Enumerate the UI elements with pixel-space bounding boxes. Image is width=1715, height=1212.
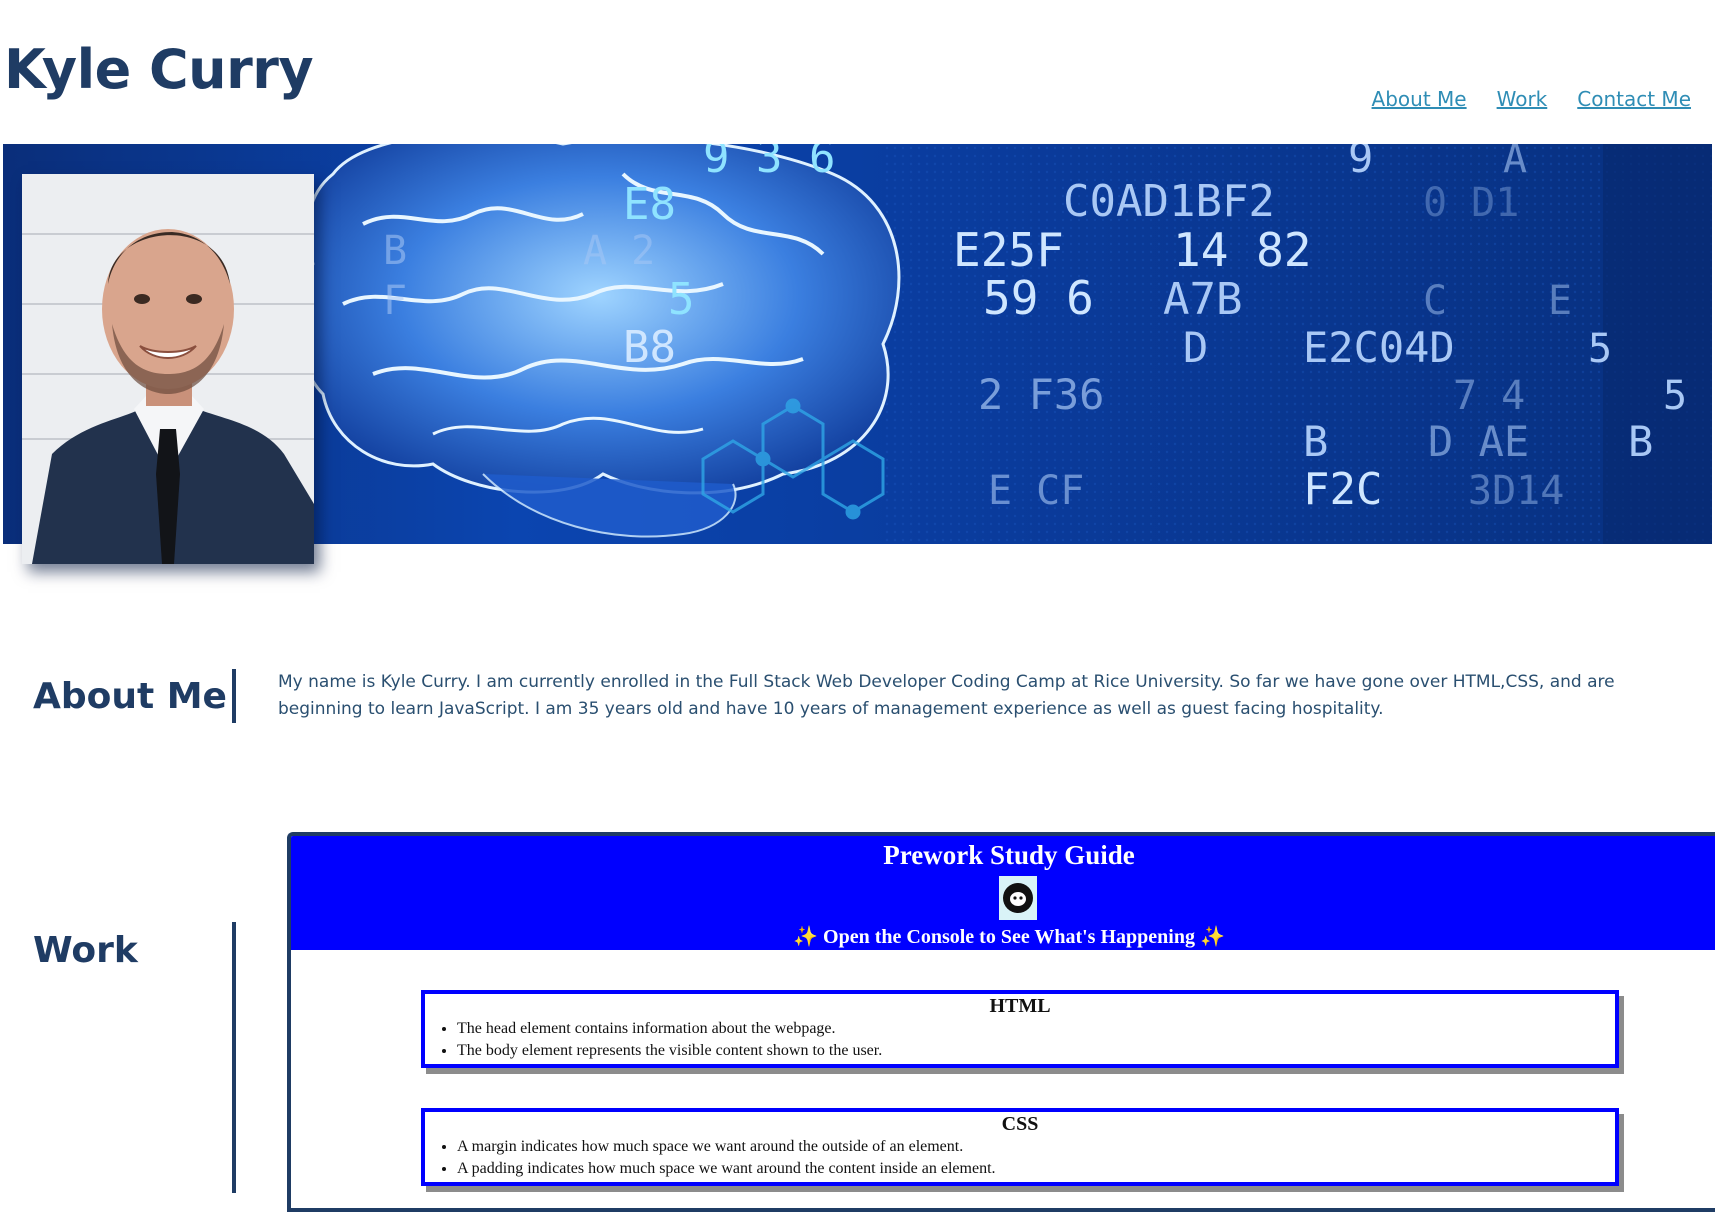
svg-text:D AE: D AE	[1428, 417, 1529, 466]
svg-text:F: F	[383, 278, 407, 324]
svg-text:B: B	[1303, 417, 1328, 466]
card-heading: HTML	[989, 995, 1051, 1017]
svg-text:5: 5	[668, 274, 695, 325]
list-item: The head element contains information ab…	[457, 1018, 1615, 1040]
svg-text:E CF: E CF	[988, 468, 1084, 514]
svg-text:A: A	[1503, 144, 1527, 182]
profile-photo	[22, 174, 314, 564]
svg-text:9 3 6: 9 3 6	[703, 144, 835, 183]
project-header: Prework Study Guide ✨ Open the Console t…	[291, 836, 1715, 950]
svg-text:59 6: 59 6	[983, 271, 1094, 325]
list-item: The body element represents the visible …	[457, 1040, 1615, 1062]
work-divider	[232, 922, 236, 1193]
svg-text:9: 9	[1348, 144, 1373, 182]
svg-text:A 2: A 2	[583, 228, 655, 274]
site-title: Kyle Curry	[4, 38, 314, 101]
svg-text:A7B: A7B	[1163, 274, 1242, 325]
nav-link-about-me[interactable]: About Me	[1372, 87, 1467, 111]
about-heading: About Me	[33, 676, 227, 717]
svg-text:E: E	[1548, 278, 1572, 324]
svg-text:D: D	[1183, 323, 1208, 372]
svg-text:B: B	[383, 228, 407, 274]
list-item: A margin indicates how much space we wan…	[457, 1136, 1615, 1158]
person-avatar-icon	[22, 174, 314, 564]
svg-text:E8: E8	[623, 179, 676, 230]
svg-text:14 82: 14 82	[1173, 223, 1311, 277]
project-title: Prework Study Guide	[883, 840, 1135, 870]
svg-text:F2C: F2C	[1303, 464, 1382, 515]
card-heading: CSS	[1001, 1113, 1039, 1135]
nav-link-work[interactable]: Work	[1497, 87, 1548, 111]
svg-text:2 F36: 2 F36	[978, 370, 1104, 419]
brain-graphic	[297, 144, 901, 538]
svg-text:0 D1: 0 D1	[1423, 180, 1519, 226]
card-list: A margin indicates how much space we wan…	[425, 1136, 1615, 1182]
nav-link-contact-me[interactable]: Contact Me	[1577, 87, 1691, 111]
site-header: Kyle Curry About Me Work Contact Me	[0, 0, 1715, 144]
project-subtitle: ✨ Open the Console to See What's Happeni…	[793, 926, 1225, 948]
svg-text:7 4: 7 4	[1453, 373, 1525, 419]
about-text: My name is Kyle Curry. I am currently en…	[278, 672, 1615, 719]
list-item: A padding indicates how much space we wa…	[457, 1158, 1615, 1180]
about-divider	[232, 669, 236, 723]
study-card-css: CSS A margin indicates how much space we…	[421, 1108, 1619, 1186]
svg-text:E25F: E25F	[953, 223, 1064, 277]
svg-text:C: C	[1423, 278, 1447, 324]
svg-text:E2C04D: E2C04D	[1303, 323, 1455, 372]
svg-text:5: 5	[1663, 373, 1687, 419]
svg-text:C0AD1BF2: C0AD1BF2	[1063, 176, 1275, 227]
main-nav: About Me Work Contact Me	[1372, 87, 1691, 111]
work-heading: Work	[33, 930, 138, 971]
octocat-logo-icon	[999, 876, 1037, 920]
svg-text:3D14: 3D14	[1468, 468, 1564, 514]
study-card-html: HTML The head element contains informati…	[421, 990, 1619, 1068]
svg-text:B: B	[1628, 417, 1653, 466]
svg-text:5: 5	[1588, 326, 1612, 372]
svg-text:B8: B8	[623, 322, 676, 373]
card-list: The head element contains information ab…	[425, 1018, 1615, 1064]
project-preview[interactable]: Prework Study Guide ✨ Open the Console t…	[287, 832, 1715, 1212]
